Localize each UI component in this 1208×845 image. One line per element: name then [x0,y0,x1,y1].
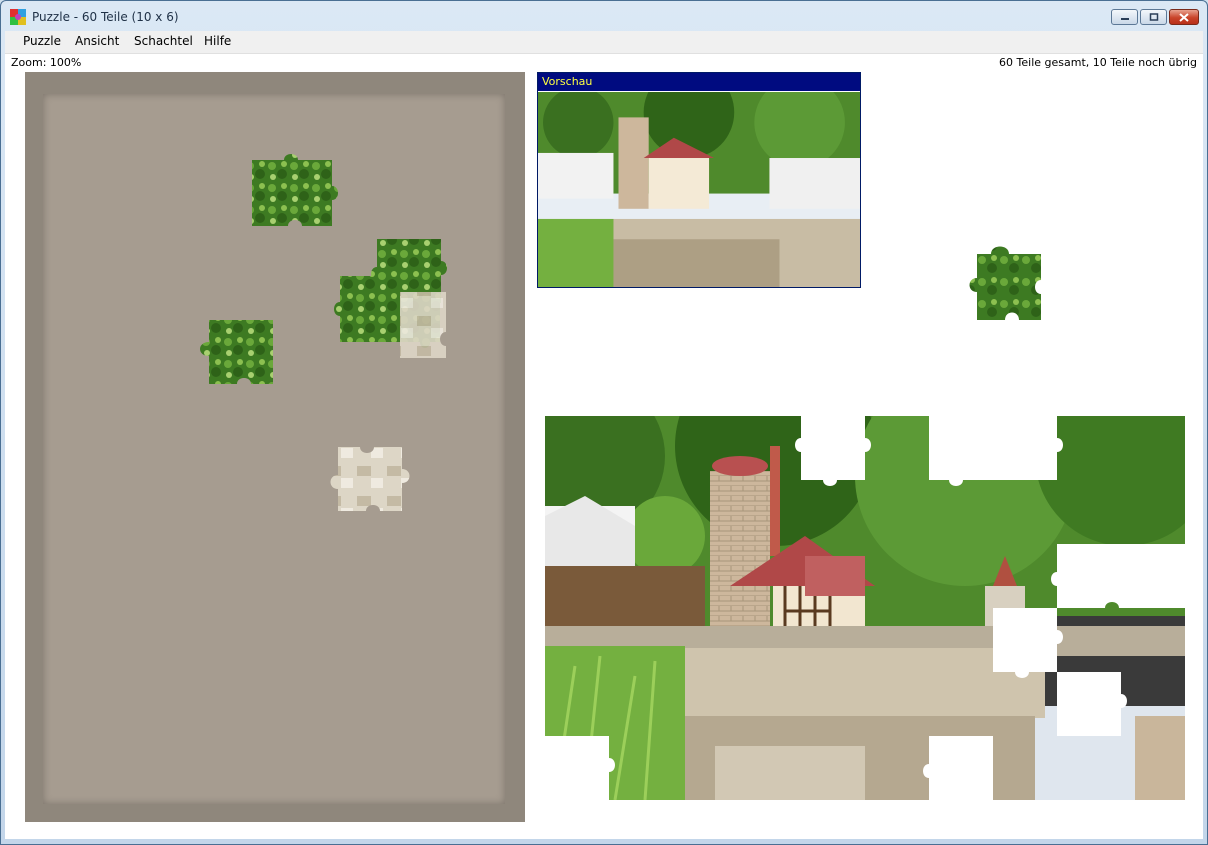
menu-puzzle[interactable]: Puzzle [23,34,61,48]
menu-hilfe[interactable]: Hilfe [204,34,231,48]
piece-count: 60 Teile gesamt, 10 Teile noch übrig [999,56,1197,69]
menu-ansicht[interactable]: Ansicht [75,34,119,48]
puzzle-app-icon [10,9,26,25]
puzzle-board[interactable] [545,416,1185,800]
maximize-button[interactable] [1140,9,1167,25]
loose-piece-right[interactable] [955,232,1045,322]
title-bar[interactable]: Puzzle - 60 Teile (10 x 6) [1,1,1207,31]
loose-piece[interactable] [200,320,273,384]
loose-piece[interactable] [330,447,410,511]
maximize-icon [1149,13,1158,21]
minimize-button[interactable] [1111,9,1138,25]
loose-piece[interactable] [252,154,338,226]
menu-bar: Puzzle Ansicht Schachtel Hilfe [5,31,1203,54]
preview-panel[interactable]: Vorschau [537,72,861,288]
minimize-icon [1120,18,1129,20]
puzzle-workspace[interactable]: Zoom: 100% 60 Teile gesamt, 10 Teile noc… [5,54,1203,839]
close-icon [1179,12,1189,22]
piece-box-tray[interactable] [25,72,525,822]
caption-buttons [1111,9,1199,27]
preview-image [538,92,860,287]
window-title: Puzzle - 60 Teile (10 x 6) [32,10,179,24]
loose-pieces [200,154,447,511]
preview-title: Vorschau [538,73,860,91]
zoom-level: Zoom: 100% [11,56,82,69]
menu-schachtel[interactable]: Schachtel [134,34,193,48]
close-button[interactable] [1169,9,1199,25]
app-window: Puzzle - 60 Teile (10 x 6) Puzzle Ansich… [0,0,1208,845]
